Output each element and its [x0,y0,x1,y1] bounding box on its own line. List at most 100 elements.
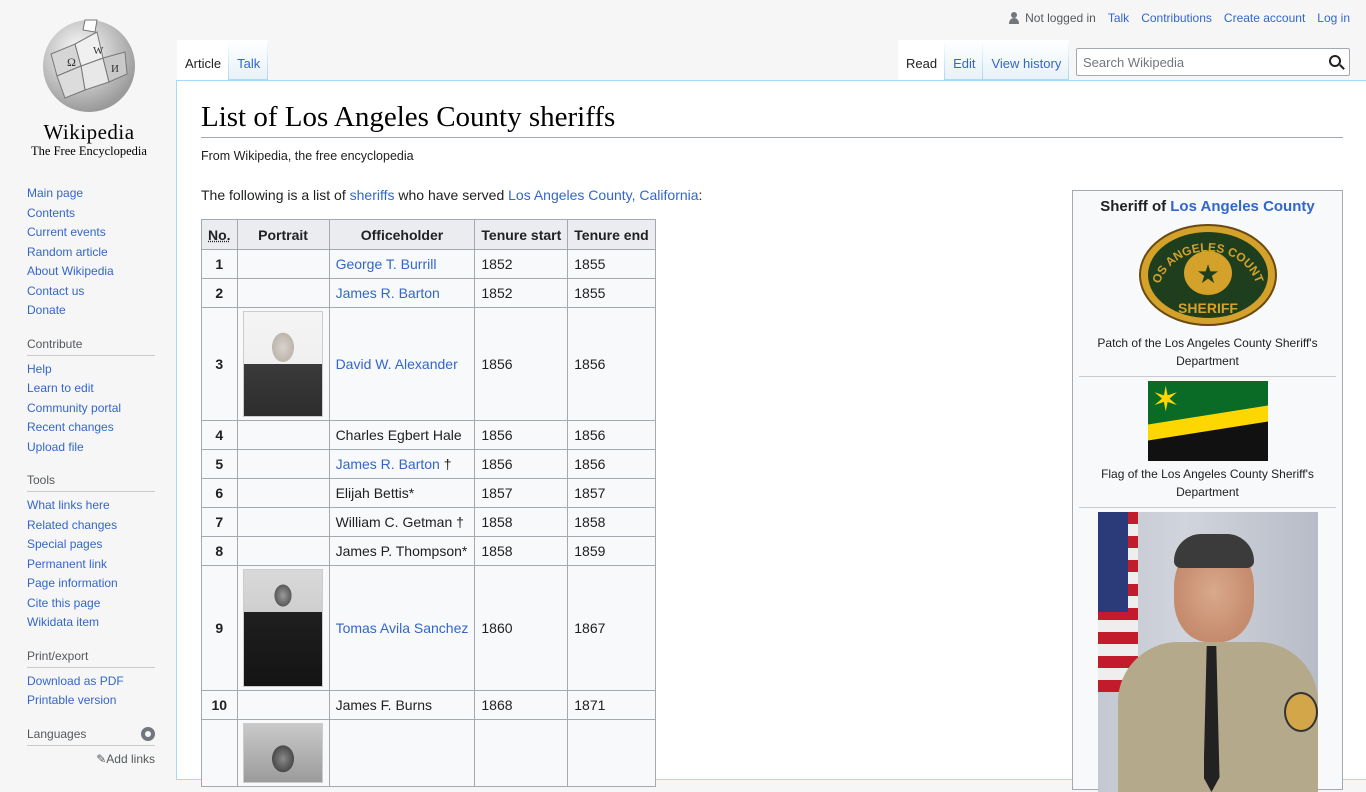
personal-tools: Not logged in Talk Contributions Create … [1009,11,1350,25]
cell-tenure-end: 1858 [568,508,655,537]
officeholder-name: Charles Egbert Hale [336,427,462,443]
los-angeles-county-link[interactable]: Los Angeles County, California [508,187,698,203]
sidebar-item-main-page[interactable]: Main page [27,186,83,200]
infobox-title: Sheriff of Los Angeles County [1073,198,1342,215]
cell-portrait [237,508,329,537]
table-row: 10 James F. Burns 1868 1871 [202,691,656,720]
cell-tenure-start: 1856 [475,308,568,421]
tagline: The Free Encyclopedia [26,144,152,159]
sidebar-item-random-article[interactable]: Random article [27,245,108,259]
wikipedia-logo[interactable]: Ω W И Wikipedia The Free Encyclopedia [26,14,152,159]
sidebar-item-download-as-pdf[interactable]: Download as PDF [27,674,124,688]
sheriffs-table: No. Portrait Officeholder Tenure start T… [201,219,656,787]
add-links-link[interactable]: ✎Add links [27,752,155,766]
sidebar-item-what-links-here[interactable]: What links here [27,498,110,512]
intro-prefix: The following is a list of [201,187,350,203]
sidebar-item: Permanent link [27,557,155,577]
tab-view-history[interactable]: View history [983,40,1069,80]
cell-tenure-end: 1871 [568,691,655,720]
cell-tenure-start: 1858 [475,537,568,566]
cell-officeholder: William C. Getman † [329,508,475,537]
sidebar-item: Special pages [27,537,155,557]
cell-tenure-end: 1857 [568,479,655,508]
cell-tenure-start: 1868 [475,691,568,720]
cell-officeholder: Elijah Bettis* [329,479,475,508]
sidebar-item-about-wikipedia[interactable]: About Wikipedia [27,264,114,278]
create-account-link[interactable]: Create account [1224,11,1305,25]
sidebar-item: Related changes [27,518,155,538]
sheriff-portrait-image[interactable] [1098,512,1318,792]
officeholder-name: Elijah Bettis* [336,485,415,501]
sidebar-item-learn-to-edit[interactable]: Learn to edit [27,381,94,395]
cell-tenure-start: 1858 [475,508,568,537]
sidebar-item: Help [27,362,155,382]
tab-article[interactable]: Article [177,40,229,80]
sidebar-item: Cite this page [27,596,155,616]
tab-read[interactable]: Read [898,40,945,80]
header-tenure-start: Tenure start [475,220,568,250]
tab-edit[interactable]: Edit [945,40,983,80]
content-area: List of Los Angeles County sheriffs From… [176,80,1366,780]
sheriff-patch-image[interactable]: LOS ANGELES COUNTY SHERIFF ★ [1138,223,1278,327]
sidebar-item: Donate [27,303,155,323]
sidebar-item-current-events[interactable]: Current events [27,225,106,239]
sidebar-item-wikidata-item[interactable]: Wikidata item [27,615,99,629]
officeholder-name[interactable]: James R. Barton [336,285,440,301]
sidebar-item-help[interactable]: Help [27,362,52,376]
portrait-image[interactable] [243,569,323,687]
cell-tenure-start: 1852 [475,279,568,308]
sidebar-item-donate[interactable]: Donate [27,303,66,317]
log-in-link[interactable]: Log in [1317,11,1350,25]
table-row: 9 Tomas Avila Sanchez 1860 1867 [202,566,656,691]
infobox-title-prefix: Sheriff of [1100,198,1170,215]
intro-paragraph: The following is a list of sheriffs who … [201,187,702,203]
sidebar-item: Printable version [27,693,155,713]
officeholder-name: James F. Burns [336,697,432,713]
cell-portrait [237,421,329,450]
sidebar-item-community-portal[interactable]: Community portal [27,401,121,415]
contribute-heading: Contribute [27,337,155,356]
cell-officeholder: Tomas Avila Sanchez [329,566,475,691]
header-tenure-end: Tenure end [568,220,655,250]
intro-suffix: : [699,187,703,203]
sheriff-flag-image[interactable]: ✶ [1148,381,1268,461]
view-tabs: Read Edit View history [898,40,1069,80]
officeholder-name[interactable]: James R. Barton [336,456,440,472]
portrait-image[interactable] [243,723,323,783]
search-input[interactable]: Search Wikipedia [1076,48,1350,76]
tools-heading: Tools [27,473,155,492]
sidebar-item: Community portal [27,401,155,421]
sidebar-item-contact-us[interactable]: Contact us [27,284,84,298]
sidebar-item-special-pages[interactable]: Special pages [27,537,102,551]
sidebar-item-related-changes[interactable]: Related changes [27,518,117,532]
cell-tenure-start: 1860 [475,566,568,691]
officeholder-name[interactable]: George T. Burrill [336,256,437,272]
svg-text:★: ★ [1196,260,1219,290]
sidebar-item-cite-this-page[interactable]: Cite this page [27,596,100,610]
table-row: 1 George T. Burrill 1852 1855 [202,250,656,279]
infobox-county-link[interactable]: Los Angeles County [1170,198,1314,215]
sidebar-item-page-information[interactable]: Page information [27,576,118,590]
sidebar-item: Page information [27,576,155,596]
officeholder-name[interactable]: Tomas Avila Sanchez [336,620,469,636]
contributions-link[interactable]: Contributions [1141,11,1212,25]
sidebar-item-upload-file[interactable]: Upload file [27,440,84,454]
cell-tenure-end: 1867 [568,566,655,691]
tab-talk[interactable]: Talk [229,40,268,80]
cell-officeholder: James R. Barton † [329,450,475,479]
sidebar-item-printable-version[interactable]: Printable version [27,693,116,707]
wordmark: Wikipedia [26,120,152,145]
infobox-divider [1079,507,1336,508]
cell-number [202,720,238,787]
search-icon[interactable] [1329,55,1341,67]
sidebar-item-permanent-link[interactable]: Permanent link [27,557,107,571]
sheriffs-link[interactable]: sheriffs [350,187,395,203]
cell-officeholder: David W. Alexander [329,308,475,421]
gear-icon[interactable] [141,727,155,741]
sidebar-item-contents[interactable]: Contents [27,206,75,220]
officeholder-name[interactable]: David W. Alexander [336,356,458,372]
user-talk-link[interactable]: Talk [1108,11,1129,25]
sidebar-item-recent-changes[interactable]: Recent changes [27,420,114,434]
portrait-image[interactable] [243,311,323,417]
flag-caption: Flag of the Los Angeles County Sheriff's… [1089,465,1326,501]
